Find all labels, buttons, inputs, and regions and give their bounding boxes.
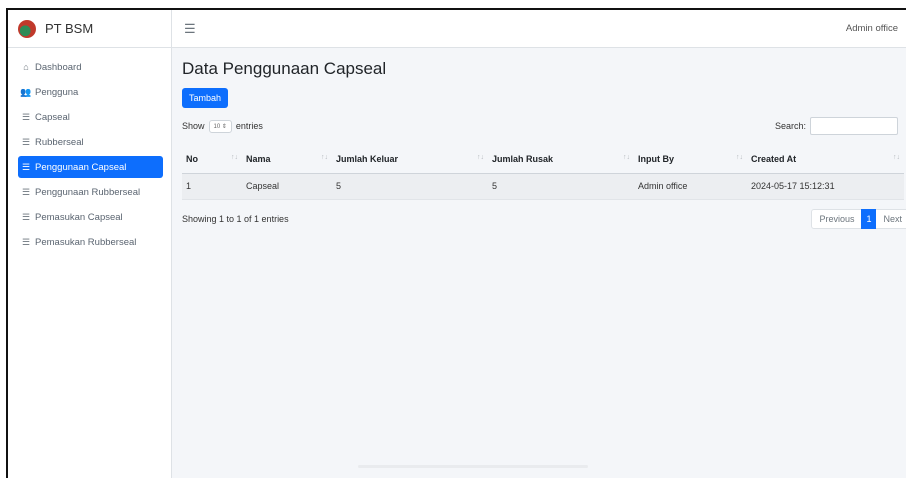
sidebar-item-dashboard[interactable]: ⌂ Dashboard — [18, 56, 163, 78]
app-window: PT BSM ⌂ Dashboard 👥 Pengguna ☰ Capseal … — [6, 8, 906, 478]
table-row[interactable]: 1 Capseal 5 5 Admin office 2024-05-17 15… — [182, 173, 904, 200]
brand[interactable]: PT BSM — [8, 10, 171, 48]
sort-icon: ↑↓ — [477, 154, 484, 161]
column-label: Input By — [638, 153, 674, 164]
sidebar: PT BSM ⌂ Dashboard 👥 Pengguna ☰ Capseal … — [8, 10, 172, 478]
column-header-jumlah-keluar[interactable]: Jumlah Keluar ↑↓ — [332, 145, 488, 174]
column-label: Created At — [751, 153, 797, 164]
column-header-nama[interactable]: Nama ↑↓ — [242, 145, 332, 174]
user-menu[interactable]: Admin office — [846, 23, 898, 34]
sidebar-item-label: Pemasukan Rubberseal — [35, 236, 137, 248]
search: Search: — [775, 117, 898, 135]
cell-created-at: 2024-05-17 15:12:31 — [747, 173, 904, 200]
page-title: Data Penggunaan Capseal — [182, 59, 387, 78]
cell-no: 1 — [182, 173, 242, 200]
main-content: Data Penggunaan Capseal Tambah Show 10 ⇕… — [172, 48, 906, 478]
home-icon: ⌂ — [23, 62, 29, 72]
column-header-no[interactable]: No ↑↓ — [182, 145, 242, 174]
page-length: Show 10 ⇕ entries — [182, 119, 263, 133]
cell-nama: Capseal — [242, 173, 332, 200]
column-label: No — [186, 153, 198, 164]
column-header-jumlah-rusak[interactable]: Jumlah Rusak ↑↓ — [488, 145, 634, 174]
page-length-value: 10 — [213, 123, 221, 130]
column-label: Jumlah Rusak — [492, 153, 554, 164]
sort-icon: ↑↓ — [736, 154, 743, 161]
sidebar-item-pengguna[interactable]: 👥 Pengguna — [18, 81, 163, 103]
sort-icon: ↑↓ — [893, 154, 900, 161]
list-icon: ☰ — [21, 236, 31, 247]
pagination: Previous 1 Next — [811, 208, 906, 229]
sort-icon: ↑↓ — [321, 154, 328, 161]
sidebar-item-label: Penggunaan Rubberseal — [35, 186, 141, 198]
column-header-created-at[interactable]: Created At ↑↓ — [747, 145, 904, 174]
sidebar-item-label: Pemasukan Capseal — [35, 211, 123, 223]
list-icon: ☰ — [21, 211, 31, 222]
topbar: ☰ Admin office — [172, 10, 906, 48]
sidebar-item-penggunaan-rubberseal[interactable]: ☰ Penggunaan Rubberseal — [18, 181, 163, 203]
previous-button[interactable]: Previous — [812, 209, 861, 229]
data-table: No ↑↓ Nama ↑↓ Jumlah Keluar ↑↓ Jumlah Rusak… — [182, 145, 904, 200]
sidebar-nav: ⌂ Dashboard 👥 Pengguna ☰ Capseal ☰ Rubbe… — [8, 48, 171, 253]
table-controls: Show 10 ⇕ entries Search: — [182, 116, 906, 136]
sidebar-item-rubberseal[interactable]: ☰ Rubberseal — [18, 131, 163, 153]
sidebar-item-label: Pengguna — [35, 86, 79, 98]
list-icon: ☰ — [21, 111, 31, 122]
column-label: Jumlah Keluar — [336, 153, 399, 164]
sidebar-item-capseal[interactable]: ☰ Capseal — [18, 106, 163, 128]
sidebar-item-label: Rubberseal — [35, 136, 84, 148]
sidebar-item-penggunaan-capseal[interactable]: ☰ Penggunaan Capseal — [18, 156, 163, 178]
cell-input-by: Admin office — [634, 173, 747, 200]
column-header-input-by[interactable]: Input By ↑↓ — [634, 145, 747, 174]
column-label: Nama — [246, 153, 271, 164]
sidebar-item-label: Penggunaan Capseal — [35, 161, 127, 173]
search-input[interactable] — [810, 117, 898, 135]
list-icon: ☰ — [21, 161, 31, 172]
scroll-indicator — [358, 465, 588, 468]
cell-jumlah-rusak: 5 — [488, 173, 634, 200]
sort-icon: ↑↓ — [623, 154, 630, 161]
table-info: Showing 1 to 1 of 1 entries — [182, 213, 289, 224]
page-length-select[interactable]: 10 ⇕ — [208, 119, 232, 133]
sort-icon: ↑↓ — [231, 154, 238, 161]
table-header-row: No ↑↓ Nama ↑↓ Jumlah Keluar ↑↓ Jumlah Rusak… — [182, 145, 904, 174]
search-label: Search: — [774, 121, 806, 131]
list-icon: ☰ — [21, 136, 31, 147]
menu-icon[interactable]: ☰ — [184, 21, 196, 37]
sidebar-item-pemasukan-capseal[interactable]: ☰ Pemasukan Capseal — [18, 206, 163, 228]
cell-jumlah-keluar: 5 — [332, 173, 488, 200]
add-button[interactable]: Tambah — [182, 88, 229, 108]
list-icon: ☰ — [21, 186, 31, 197]
sidebar-item-label: Capseal — [35, 111, 70, 123]
users-icon: 👥 — [20, 86, 32, 97]
length-suffix: entries — [235, 121, 263, 131]
sidebar-item-label: Dashboard — [35, 61, 82, 73]
table-footer: Showing 1 to 1 of 1 entries Previous 1 N… — [182, 208, 906, 229]
next-button[interactable]: Next — [876, 209, 906, 229]
logo-icon — [18, 19, 36, 38]
sidebar-item-pemasukan-rubberseal[interactable]: ☰ Pemasukan Rubberseal — [18, 231, 163, 253]
page-1-button[interactable]: 1 — [861, 208, 877, 229]
length-prefix: Show — [182, 121, 205, 131]
brand-name: PT BSM — [45, 21, 94, 36]
